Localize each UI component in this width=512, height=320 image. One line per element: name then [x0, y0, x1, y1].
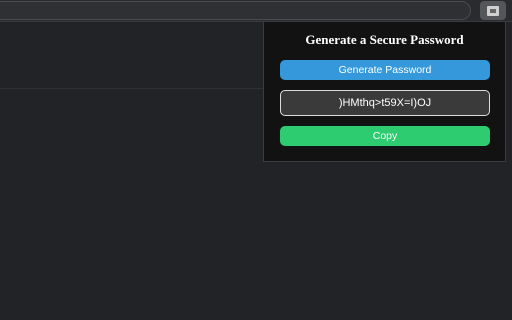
popup-title: Generate a Secure Password — [305, 32, 464, 47]
address-bar[interactable] — [0, 1, 471, 20]
password-output-field[interactable] — [280, 90, 490, 116]
extension-button[interactable] — [480, 1, 506, 20]
extension-icon — [487, 5, 499, 16]
password-generator-popup: Generate a Secure Password Generate Pass… — [263, 22, 506, 162]
generate-password-button[interactable]: Generate Password — [280, 60, 490, 80]
page-divider — [0, 88, 264, 89]
browser-toolbar — [0, 0, 512, 22]
copy-button[interactable]: Copy — [280, 126, 490, 146]
